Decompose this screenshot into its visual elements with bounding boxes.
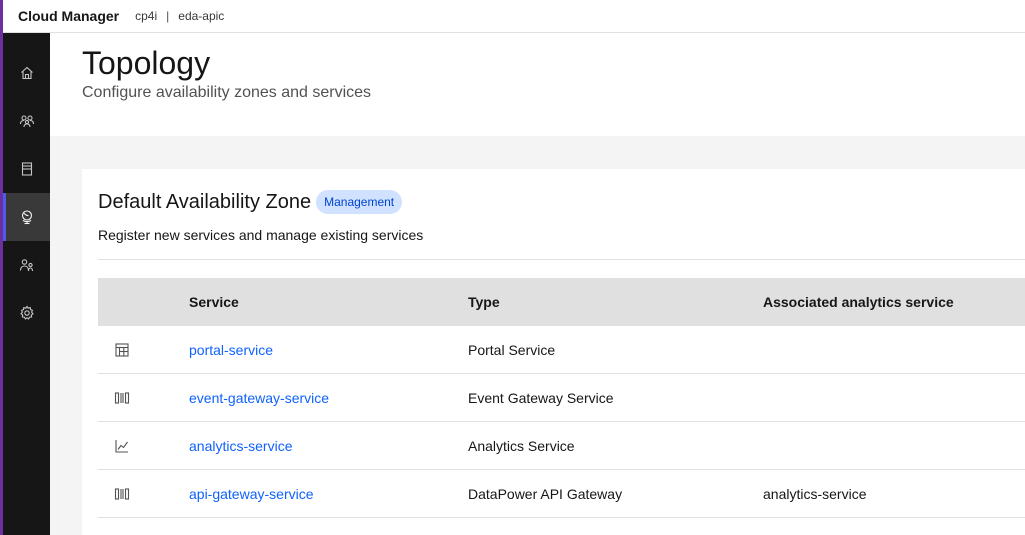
table-row[interactable]: portal-service Portal Service: [98, 326, 1025, 374]
service-type: Analytics Service: [468, 437, 575, 454]
top-header: Cloud Manager cp4i | eda-apic: [3, 0, 1025, 33]
zone-title-text: Default Availability Zone: [98, 190, 312, 213]
column-header-associated[interactable]: Associated analytics service: [763, 294, 1025, 310]
service-link[interactable]: api-gateway-service: [189, 486, 314, 502]
table-row[interactable]: event-gateway-service Event Gateway Serv…: [98, 374, 1025, 422]
page-title: Topology: [82, 45, 211, 81]
nav-item-home[interactable]: [3, 49, 50, 97]
page-header: Topology Configure availability zones an…: [50, 33, 1025, 136]
home-icon: [20, 66, 33, 80]
service-type: DataPower API Gateway: [468, 485, 623, 502]
breadcrumb-item-eda-apic[interactable]: eda-apic: [178, 9, 224, 23]
analytics-chart-icon: [115, 439, 128, 453]
service-link[interactable]: portal-service: [189, 342, 273, 358]
users-icon: [19, 115, 34, 128]
gateway-icon: [114, 391, 130, 404]
service-link[interactable]: event-gateway-service: [189, 390, 329, 406]
zone-title: Default Availability Zone Management: [98, 190, 403, 214]
settings-gear-icon: [19, 305, 34, 320]
gateway-icon: [114, 487, 130, 500]
table-row[interactable]: analytics-service Analytics Service: [98, 422, 1025, 470]
divider: [98, 259, 1025, 260]
nav-item-catalog[interactable]: [3, 145, 50, 193]
associated-analytics: analytics-service: [763, 485, 867, 502]
page-subtitle: Configure availability zones and service…: [82, 84, 372, 101]
zone-description: Register new services and manage existin…: [98, 227, 424, 243]
table-row[interactable]: api-gateway-service DataPower API Gatewa…: [98, 470, 1025, 518]
app-name[interactable]: Cloud Manager: [18, 8, 119, 24]
nav-item-user-management[interactable]: [3, 241, 50, 289]
availability-zone-card: Default Availability Zone Management Reg…: [82, 169, 1025, 535]
service-link[interactable]: analytics-service: [189, 438, 292, 454]
column-header-type[interactable]: Type: [468, 294, 763, 310]
nav-item-topology[interactable]: [3, 193, 50, 241]
breadcrumb: cp4i | eda-apic: [135, 9, 224, 23]
services-table: Service Type Associated analytics servic…: [98, 278, 1025, 518]
management-tag: Management: [316, 190, 403, 214]
service-type: Portal Service: [468, 341, 556, 358]
main-content: Default Availability Zone Management Reg…: [50, 136, 1025, 535]
nav-item-users[interactable]: [3, 97, 50, 145]
table-header: Service Type Associated analytics servic…: [98, 278, 1025, 326]
side-navigation: [3, 33, 50, 535]
portal-icon: [115, 342, 129, 357]
user-management-icon: [19, 259, 33, 272]
column-header-service[interactable]: Service: [189, 294, 468, 310]
nav-item-settings[interactable]: [3, 289, 50, 337]
topology-globe-icon: [21, 210, 32, 225]
breadcrumb-separator: |: [166, 9, 170, 23]
breadcrumb-item-cp4i[interactable]: cp4i: [135, 9, 157, 23]
catalog-icon: [21, 162, 32, 176]
service-type: Event Gateway Service: [468, 389, 614, 406]
